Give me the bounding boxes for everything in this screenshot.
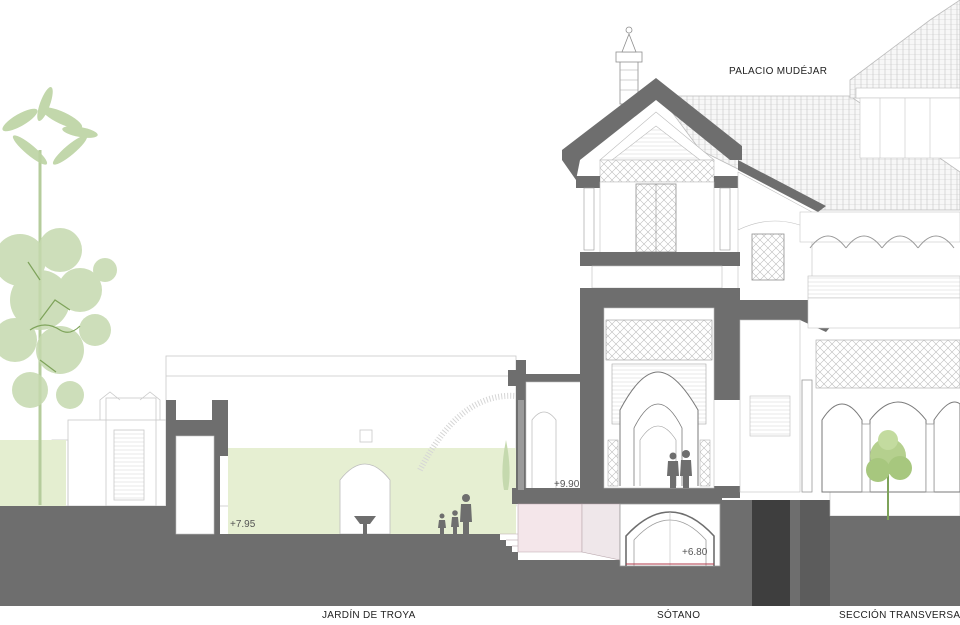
mudejar-hall: [603, 307, 715, 489]
ground-level-marker: +9.90: [554, 479, 580, 490]
garden-level-marker: +7.95: [230, 519, 256, 530]
garden-pavilion-section: [166, 400, 228, 535]
palace-title: PALACIO MUDÉJAR: [729, 66, 828, 77]
architectural-section-drawing: [0, 0, 960, 606]
left-garden-background: [0, 440, 66, 506]
foundation-shaft: [752, 500, 790, 606]
broadleaf-tree-icon: [0, 228, 117, 409]
cypress-icon: [502, 440, 510, 490]
garden-title: JARDÍN DE TROYA: [322, 610, 416, 621]
basement-title: SÓTANO: [657, 610, 701, 621]
basement-level-marker: +6.80: [682, 547, 708, 558]
section-drawing-canvas: +7.95 +9.90 +6.80 PALACIO MUDÉJAR JARDÍN…: [0, 0, 960, 625]
section-title: SECCIÓN TRANSVERSAL: [839, 610, 960, 621]
